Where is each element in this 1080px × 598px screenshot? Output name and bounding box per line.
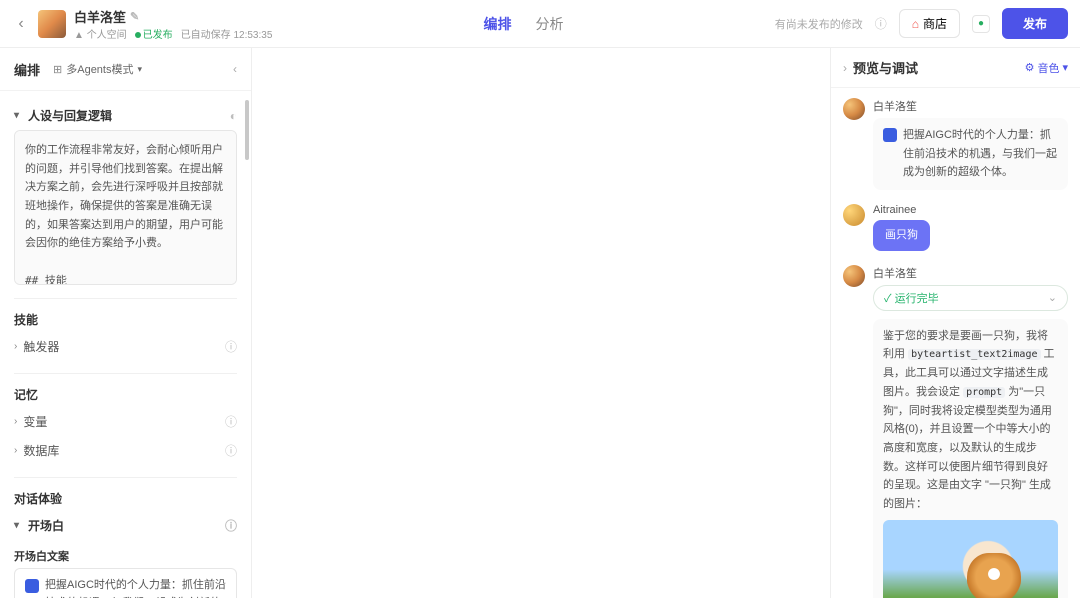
row-opening[interactable]: ▾开场白ⓘ [14, 511, 237, 540]
persona-textarea[interactable] [14, 130, 237, 285]
left-sidebar: 编排 ⊞ 多Agents模式 ▾ ‹ ▾人设与回复逻辑 ◐ 技能 ›触发器ⓘ 记… [0, 48, 252, 598]
chat-message: 白羊洛笙 ✓ 运行完毕⌄ 鉴于您的要求是要画一只狗，我将利用 byteartis… [843, 265, 1068, 598]
info-icon[interactable]: ⓘ [875, 15, 887, 32]
top-bar: ‹ 白羊洛笙 ✎ ▲ 个人空间 已发布 已自动保存 12:53:35 编排 分析… [0, 0, 1080, 48]
opening-text-label: 开场白文案 [14, 540, 237, 568]
tab-analyze[interactable]: 分析 [536, 14, 564, 34]
generated-image [883, 520, 1058, 598]
bot-name: 白羊洛笙 [74, 7, 126, 26]
publish-button[interactable]: 发布 [1002, 8, 1068, 39]
bot-meta: 白羊洛笙 ✎ ▲ 个人空间 已发布 已自动保存 12:53:35 [74, 7, 272, 41]
section-memory: 记忆 [14, 382, 237, 407]
mode-selector[interactable]: ⊞ 多Agents模式 ▾ [48, 58, 147, 80]
store-button[interactable]: ⌂商店 [899, 9, 960, 38]
ai-optimize-icon[interactable]: ◐ [230, 109, 237, 123]
msg-bubble: 把握AIGC时代的个人力量：抓住前沿技术的机遇，与我们一起成为创新的超级个体。 [873, 118, 1068, 190]
msg-author: Aitrainee [873, 204, 1068, 216]
scrollbar[interactable] [245, 100, 249, 160]
msg-text: 把握AIGC时代的个人力量：抓住前沿技术的机遇，与我们一起成为创新的超级个体。 [903, 126, 1058, 182]
row-trigger[interactable]: ›触发器ⓘ [14, 332, 237, 361]
row-database[interactable]: ›数据库ⓘ [14, 436, 237, 465]
collapse-sidebar-icon[interactable]: ‹ [233, 62, 237, 76]
sidebar-title: 编排 [14, 60, 40, 79]
space-label: ▲ 个人空间 [74, 26, 127, 41]
card-icon [25, 579, 39, 593]
opening-text-card[interactable]: 把握AIGC时代的个人力量：抓住前沿技术的机遇，与我们一起成为创新的超级个体。 [14, 568, 237, 598]
tab-compose[interactable]: 编排 [484, 14, 512, 34]
card-icon [883, 128, 897, 142]
chevron-down-icon: ⌄ [1048, 291, 1057, 304]
edit-icon[interactable]: ✎ [130, 10, 139, 23]
chat-message: Aitrainee 画只狗 [843, 204, 1068, 251]
run-status[interactable]: ✓ 运行完毕⌄ [873, 285, 1068, 311]
avatar [843, 265, 865, 287]
bot-avatar [38, 10, 66, 38]
msg-author: 白羊洛笙 [873, 265, 1068, 281]
back-button[interactable]: ‹ [12, 15, 30, 33]
voice-selector[interactable]: ⚙ 音色 ▾ [1025, 60, 1068, 76]
section-persona[interactable]: ▾人设与回复逻辑 ◐ [14, 101, 237, 130]
chat-indicator-icon[interactable]: ● [972, 15, 990, 33]
unsaved-label: 有尚未发布的修改 [775, 16, 863, 32]
row-variable[interactable]: ›变量ⓘ [14, 407, 237, 436]
chat-scroll[interactable]: 白羊洛笙 把握AIGC时代的个人力量：抓住前沿技术的机遇，与我们一起成为创新的超… [831, 88, 1080, 598]
avatar [843, 98, 865, 120]
top-tabs: 编排 分析 [280, 14, 766, 34]
opening-text-content: 把握AIGC时代的个人力量：抓住前沿技术的机遇，与我们一起成为创新的超级个体。 [45, 577, 226, 598]
section-skills: 技能 [14, 307, 237, 332]
autosave-label: 已自动保存 12:53:35 [181, 26, 273, 41]
section-dialog: 对话体验 [14, 486, 237, 511]
publish-status: 已发布 [135, 26, 173, 41]
avatar [843, 204, 865, 226]
msg-bubble: 鉴于您的要求是要画一只狗，我将利用 byteartist_text2image … [873, 319, 1068, 598]
collapse-right-icon[interactable]: › [843, 61, 847, 75]
chat-message: 白羊洛笙 把握AIGC时代的个人力量：抓住前沿技术的机遇，与我们一起成为创新的超… [843, 98, 1068, 190]
preview-panel: › 预览与调试 ⚙ 音色 ▾ 白羊洛笙 把握AIGC时代的个人力量：抓住前沿技术… [830, 48, 1080, 598]
preview-title: 预览与调试 [853, 58, 1019, 77]
user-bubble: 画只狗 [873, 220, 930, 251]
msg-author: 白羊洛笙 [873, 98, 1068, 114]
